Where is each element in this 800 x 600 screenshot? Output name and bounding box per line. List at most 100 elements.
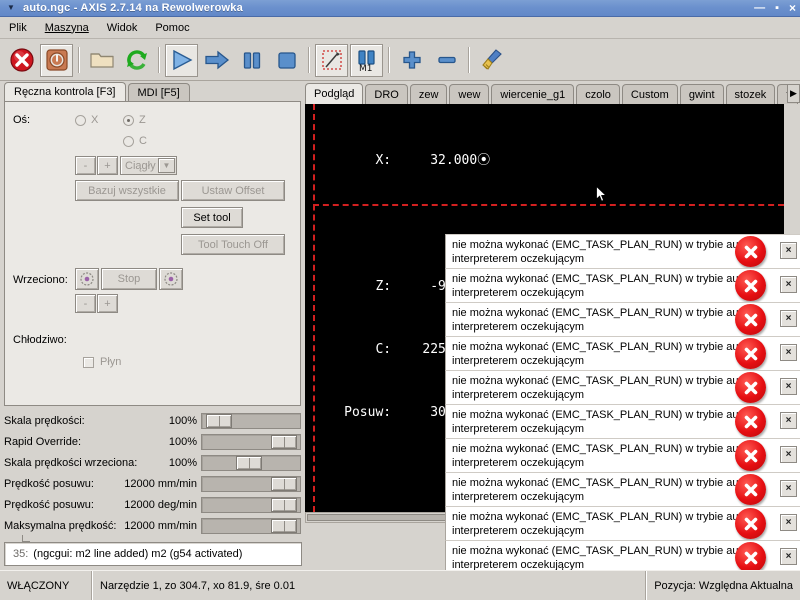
optional-stop-button[interactable]: M1 bbox=[350, 43, 383, 77]
error-dialog-close-button[interactable]: × bbox=[780, 344, 797, 361]
run-program-button[interactable] bbox=[165, 43, 198, 77]
error-dialog-close-button[interactable]: × bbox=[780, 378, 797, 395]
tab-custom[interactable]: Custom bbox=[621, 84, 678, 104]
tab-manual-control[interactable]: Ręczna kontrola [F3] bbox=[4, 82, 126, 102]
max-velocity-slider[interactable] bbox=[201, 517, 301, 534]
spindle-override-slider[interactable] bbox=[201, 454, 301, 471]
spindle-ccw-button[interactable] bbox=[75, 268, 99, 290]
set-tool-button[interactable]: Set tool bbox=[181, 207, 243, 228]
slider-row: Skala prędkości wrzeciona: 100% bbox=[4, 452, 301, 473]
step-button[interactable] bbox=[200, 44, 233, 77]
rapid-override-slider[interactable] bbox=[201, 433, 301, 450]
zoom-out-button[interactable] bbox=[430, 44, 463, 77]
home-all-button[interactable]: Bazuj wszystkie bbox=[75, 180, 179, 201]
tab-zew[interactable]: zew bbox=[409, 84, 448, 104]
menu-maszyna[interactable]: Maszyna bbox=[36, 20, 98, 36]
tab-gwint[interactable]: gwint bbox=[679, 84, 724, 104]
toolbar-separator-3 bbox=[308, 47, 310, 73]
error-dialog-close-button[interactable]: × bbox=[780, 514, 797, 531]
slider-thumb[interactable] bbox=[235, 455, 262, 470]
toggle-skip-lines-button[interactable] bbox=[315, 43, 348, 77]
slider-thumb[interactable] bbox=[205, 413, 232, 428]
clear-plot-button[interactable] bbox=[475, 44, 508, 77]
error-dialog[interactable]: nie można wykonać (EMC_TASK_PLAN_RUN) w … bbox=[445, 404, 800, 438]
stop-button[interactable] bbox=[270, 44, 303, 77]
chevron-down-icon[interactable]: ▼ bbox=[158, 158, 175, 173]
jog-speed-linear-slider[interactable] bbox=[201, 475, 301, 492]
gcode-line-text: (ngcgui: m2 line added) m2 (g54 activate… bbox=[33, 548, 243, 560]
close-button[interactable]: × bbox=[789, 2, 796, 14]
jog-mode-select[interactable]: Ciągły ▼ bbox=[120, 156, 177, 175]
tool-touch-off-button[interactable]: Tool Touch Off bbox=[181, 234, 285, 255]
zoom-in-button[interactable] bbox=[395, 44, 428, 77]
menu-pomoc[interactable]: Pomoc bbox=[146, 20, 198, 36]
error-dialog-close-button[interactable]: × bbox=[780, 276, 797, 293]
dro-x-text: X: 32.000 bbox=[305, 153, 478, 168]
window-menu-icon[interactable]: ▼ bbox=[3, 2, 19, 15]
error-dialog-close-button[interactable]: × bbox=[780, 480, 797, 497]
tab-wew[interactable]: wew bbox=[449, 84, 490, 104]
tab-dro[interactable]: DRO bbox=[365, 84, 408, 104]
override-sliders: Skala prędkości: 100% Rapid Override: 10… bbox=[4, 410, 301, 536]
reload-file-button[interactable] bbox=[120, 44, 153, 77]
toolbar-separator-2 bbox=[158, 47, 160, 73]
spindle-cw-button[interactable] bbox=[159, 268, 183, 290]
error-dialog-close-button[interactable]: × bbox=[780, 412, 797, 429]
slider-thumb[interactable] bbox=[271, 434, 298, 449]
open-file-button[interactable] bbox=[85, 44, 118, 77]
dro-row-blank bbox=[305, 213, 784, 234]
gcode-source-view[interactable]: 35: (ngcgui: m2 line added) m2 (g54 acti… bbox=[4, 542, 302, 566]
tab-czolo[interactable]: czolo bbox=[576, 84, 620, 104]
menu-widok[interactable]: Widok bbox=[98, 20, 147, 36]
tab-mdi[interactable]: MDI [F5] bbox=[127, 83, 190, 102]
error-dialog[interactable]: nie można wykonać (EMC_TASK_PLAN_RUN) w … bbox=[445, 438, 800, 472]
error-dialog[interactable]: nie można wykonać (EMC_TASK_PLAN_RUN) w … bbox=[445, 472, 800, 506]
error-dialog[interactable]: nie można wykonać (EMC_TASK_PLAN_RUN) w … bbox=[445, 234, 800, 268]
error-dialog[interactable]: nie można wykonać (EMC_TASK_PLAN_RUN) w … bbox=[445, 336, 800, 370]
error-dialog-close-button[interactable]: × bbox=[780, 548, 797, 565]
source-resize-grip[interactable] bbox=[22, 535, 30, 542]
error-x-icon bbox=[735, 508, 766, 539]
jog-plus-button[interactable]: + bbox=[97, 156, 118, 175]
error-dialog-close-button[interactable]: × bbox=[780, 446, 797, 463]
tab-stozek[interactable]: stozek bbox=[725, 84, 776, 104]
window-controls: — ▪ × bbox=[754, 2, 800, 14]
spindle-stop-button[interactable]: Stop bbox=[101, 268, 157, 290]
error-dialog[interactable]: nie można wykonać (EMC_TASK_PLAN_RUN) w … bbox=[445, 540, 800, 574]
preview-tabstrip: Podgląd DRO zew wew wiercenie_g1 czolo C… bbox=[305, 82, 800, 104]
error-dialog[interactable]: nie można wykonać (EMC_TASK_PLAN_RUN) w … bbox=[445, 370, 800, 404]
tab-podglad[interactable]: Podgląd bbox=[305, 83, 364, 104]
manual-control-panel: Ręczna kontrola [F3] MDI [F5] Oś: X Z C … bbox=[0, 82, 305, 538]
coolant-flood-checkbox[interactable] bbox=[83, 356, 94, 368]
feed-override-slider[interactable] bbox=[201, 412, 301, 429]
set-offset-button[interactable]: Ustaw Offset bbox=[181, 180, 285, 201]
spindle-plus-button[interactable]: + bbox=[97, 294, 118, 313]
mouse-cursor-icon bbox=[596, 185, 607, 203]
slider-thumb[interactable] bbox=[271, 497, 298, 512]
estop-toggle-button[interactable] bbox=[5, 44, 38, 77]
tab-wiercenie-g1[interactable]: wiercenie_g1 bbox=[491, 84, 575, 104]
axis-radio-x[interactable] bbox=[75, 114, 86, 126]
axis-radio-c[interactable] bbox=[123, 135, 134, 147]
jog-speed-angular-slider[interactable] bbox=[201, 496, 301, 513]
jog-minus-button[interactable]: - bbox=[75, 156, 96, 175]
error-dialog[interactable]: nie można wykonać (EMC_TASK_PLAN_RUN) w … bbox=[445, 268, 800, 302]
spindle-label: Wrzeciono: bbox=[13, 274, 68, 286]
maximize-button[interactable]: ▪ bbox=[775, 2, 779, 14]
axis-radio-z[interactable] bbox=[123, 114, 134, 126]
error-dialog[interactable]: nie można wykonać (EMC_TASK_PLAN_RUN) w … bbox=[445, 302, 800, 336]
coolant-flood-label: Płyn bbox=[100, 356, 122, 368]
slider-thumb[interactable] bbox=[271, 476, 298, 491]
slider-thumb[interactable] bbox=[271, 518, 298, 533]
spindle-minus-button[interactable]: - bbox=[75, 294, 96, 313]
error-dialog-close-button[interactable]: × bbox=[780, 242, 797, 259]
menu-plik[interactable]: Plik bbox=[0, 20, 36, 36]
svg-text:M1: M1 bbox=[359, 64, 373, 72]
error-dialog-close-button[interactable]: × bbox=[780, 310, 797, 327]
error-dialog[interactable]: nie można wykonać (EMC_TASK_PLAN_RUN) w … bbox=[445, 506, 800, 540]
pause-button[interactable] bbox=[235, 44, 268, 77]
tab-scroll-right-icon[interactable]: ▶ bbox=[787, 84, 800, 103]
toolbar-separator-4 bbox=[388, 47, 390, 73]
machine-power-button[interactable] bbox=[40, 43, 73, 77]
minimize-button[interactable]: — bbox=[754, 2, 765, 14]
